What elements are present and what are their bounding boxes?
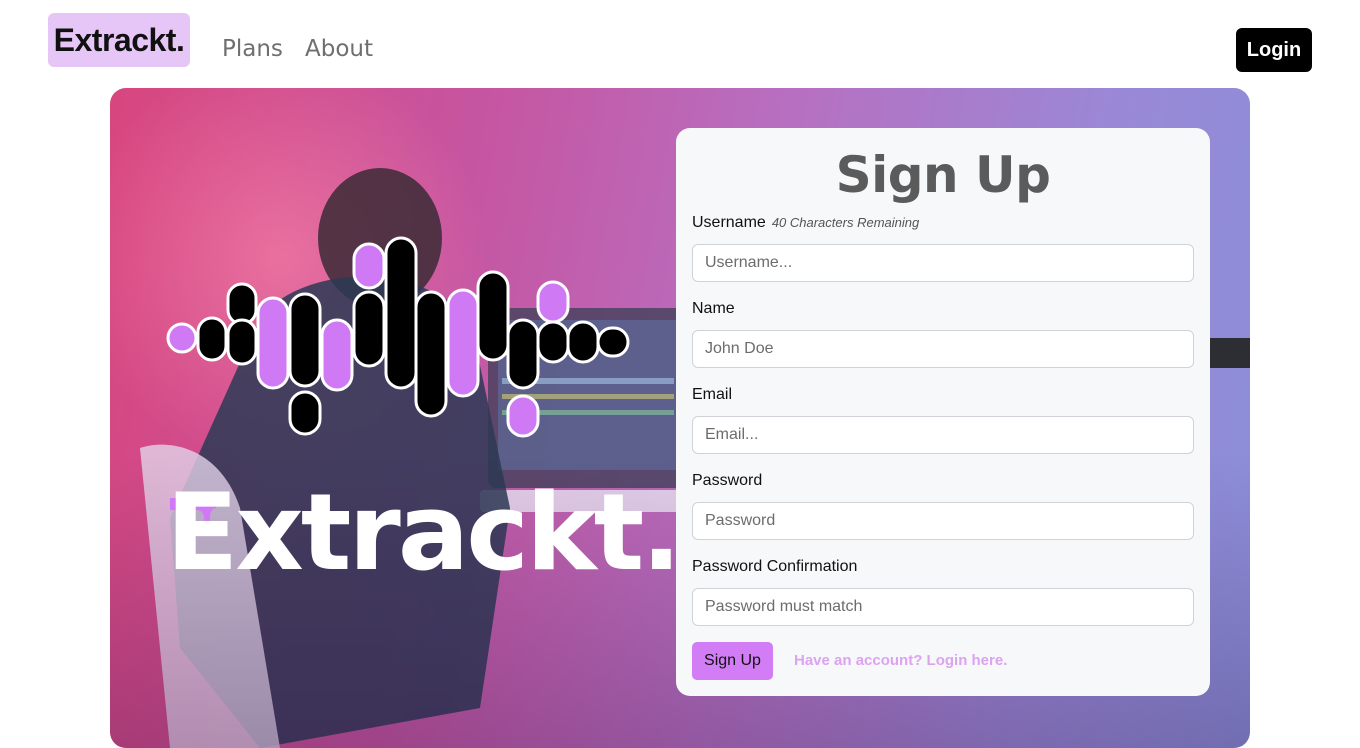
signup-title: Sign Up	[835, 146, 1051, 204]
brand-logo[interactable]: Extrackt.	[48, 13, 190, 67]
username-hint: 40 Characters Remaining	[771, 215, 920, 230]
email-input[interactable]	[692, 416, 1194, 454]
top-navbar: Extrackt. Plans About Login	[0, 0, 1360, 88]
signup-form: Sign Up Username 40 Characters Remaining …	[676, 128, 1210, 696]
name-label: Name	[692, 300, 735, 317]
sound-wave-logo-icon	[166, 236, 630, 438]
username-input[interactable]	[692, 244, 1194, 282]
email-label: Email	[692, 386, 733, 403]
login-button[interactable]: Login	[1236, 28, 1312, 72]
password-label: Password	[692, 472, 763, 489]
password-confirmation-input[interactable]	[692, 588, 1194, 626]
signup-button[interactable]: Sign Up	[692, 642, 773, 680]
hero-logo-wordmark: Extrackt.	[166, 471, 682, 594]
name-input[interactable]	[692, 330, 1194, 368]
password-input[interactable]	[692, 502, 1194, 540]
nav-link-plans[interactable]: Plans	[222, 36, 283, 62]
login-link[interactable]: Have an account? Login here.	[794, 652, 1007, 669]
nav-link-about[interactable]: About	[305, 36, 373, 62]
password-confirmation-label: Password Confirmation	[692, 558, 858, 575]
username-label: Username 40 Characters Remaining	[692, 214, 920, 231]
